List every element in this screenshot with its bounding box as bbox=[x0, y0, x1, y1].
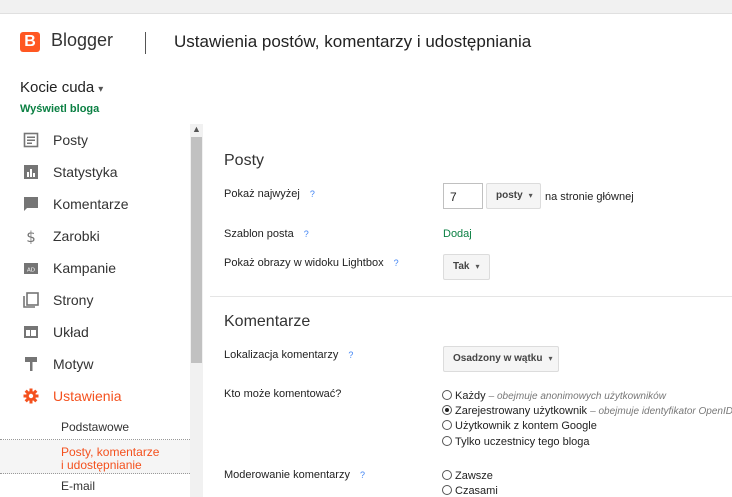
help-icon[interactable]: ? bbox=[394, 258, 399, 268]
help-icon[interactable]: ? bbox=[360, 470, 365, 480]
radio-description: – obejmuje anonimowych użytkowników bbox=[488, 391, 666, 402]
sidebar-item-settings[interactable]: Ustawienia bbox=[0, 380, 190, 412]
radio-always[interactable]: Zawsze bbox=[442, 470, 493, 482]
scrollbar-thumb[interactable] bbox=[191, 137, 202, 363]
dollar-icon: $ bbox=[26, 228, 36, 244]
sidebar-subitem-label: E-mail bbox=[61, 479, 96, 493]
scroll-up-icon[interactable]: ▲ bbox=[192, 124, 201, 134]
chevron-down-icon: ▾ bbox=[548, 354, 553, 363]
section-title-comments: Komentarze bbox=[224, 313, 311, 330]
radio-anyone[interactable]: Każdy – obejmuje anonimowych użytkownikó… bbox=[442, 390, 666, 402]
template-label-text: Szablon posta bbox=[224, 228, 294, 240]
sidebar-item-campaigns[interactable]: AD Kampanie bbox=[0, 252, 190, 284]
radio-label: Tylko uczestnicy tego bloga bbox=[455, 436, 590, 448]
radio-label: Każdy bbox=[455, 390, 486, 402]
sidebar-item-pages[interactable]: Strony bbox=[0, 284, 190, 316]
sidebar-item-label: Motyw bbox=[53, 356, 94, 372]
add-template-link[interactable]: Dodaj bbox=[443, 228, 472, 240]
comment-location-value: Osadzony w wątku bbox=[453, 353, 543, 364]
radio-label: Zawsze bbox=[455, 470, 493, 482]
moderation-label-text: Moderowanie komentarzy bbox=[224, 469, 350, 481]
sidebar-item-theme[interactable]: Motyw bbox=[0, 348, 190, 380]
page-title: Ustawienia postów, komentarzy i udostępn… bbox=[174, 32, 532, 51]
comment-location-label: Lokalizacja komentarzy? bbox=[224, 349, 353, 361]
layout-icon bbox=[24, 326, 38, 338]
stats-icon bbox=[24, 165, 38, 179]
section-divider bbox=[210, 296, 732, 297]
comment-location-select[interactable]: Osadzony w wątku ▾ bbox=[443, 346, 559, 372]
sidebar-item-label: Statystyka bbox=[53, 164, 118, 180]
sidebar-item-posts[interactable]: Posty bbox=[0, 124, 190, 156]
sidebar-item-label: Ustawienia bbox=[53, 388, 122, 404]
lightbox-select[interactable]: Tak ▾ bbox=[443, 254, 490, 280]
sidebar-item-label: Posty bbox=[53, 132, 89, 148]
chevron-down-icon: ▾ bbox=[98, 84, 104, 95]
top-strip bbox=[0, 0, 732, 14]
template-label: Szablon posta? bbox=[224, 228, 309, 240]
radio-circle[interactable] bbox=[442, 470, 452, 480]
show-max-label-text: Pokaż najwyżej bbox=[224, 188, 300, 200]
radio-google-account[interactable]: Użytkownik z kontem Google bbox=[442, 420, 597, 432]
sidebar-item-label: Układ bbox=[53, 324, 89, 340]
lightbox-label: Pokaż obrazy w widoku Lightbox? bbox=[224, 257, 399, 269]
brand-name[interactable]: Blogger bbox=[51, 30, 113, 51]
blog-name: Kocie cuda bbox=[20, 79, 95, 96]
campaigns-icon: AD bbox=[24, 263, 38, 274]
view-blog-link[interactable]: Wyświetl bloga bbox=[20, 103, 99, 115]
sidebar-subitem-label: Podstawowe bbox=[61, 420, 130, 434]
posts-unit-value: posty bbox=[496, 190, 523, 201]
chevron-down-icon: ▾ bbox=[528, 191, 533, 200]
who-can-comment-label: Kto może komentować? bbox=[224, 388, 342, 400]
radio-label: Czasami bbox=[455, 485, 498, 497]
comment-location-label-text: Lokalizacja komentarzy bbox=[224, 349, 339, 361]
radio-sometimes[interactable]: Czasami bbox=[442, 485, 498, 497]
posts-unit-suffix: na stronie głównej bbox=[545, 191, 634, 203]
radio-blog-members[interactable]: Tylko uczestnicy tego bloga bbox=[442, 436, 590, 448]
radio-label: Użytkownik z kontem Google bbox=[455, 420, 597, 432]
lightbox-value: Tak bbox=[453, 261, 470, 272]
radio-circle[interactable] bbox=[442, 436, 452, 446]
sidebar-item-comments[interactable]: Komentarze bbox=[0, 188, 190, 220]
svg-text:$: $ bbox=[26, 228, 36, 244]
sidebar-item-earnings[interactable]: $ Zarobki bbox=[0, 220, 190, 252]
radio-circle[interactable] bbox=[442, 485, 452, 495]
sidebar-subitem-basic[interactable]: Podstawowe bbox=[0, 414, 190, 440]
posts-unit-select[interactable]: posty ▾ bbox=[486, 183, 541, 209]
section-title-posts: Posty bbox=[224, 152, 265, 169]
show-max-label: Pokaż najwyżej? bbox=[224, 188, 315, 200]
header-divider bbox=[145, 32, 146, 54]
moderation-label: Moderowanie komentarzy? bbox=[224, 469, 365, 481]
help-icon[interactable]: ? bbox=[304, 229, 309, 239]
sidebar-subitem-posts-comments-sharing[interactable]: Posty, komentarze i udostępnianie bbox=[0, 440, 190, 474]
help-icon[interactable]: ? bbox=[310, 189, 315, 199]
sidebar-subitem-label: i udostępnianie bbox=[61, 458, 142, 472]
blog-selector[interactable]: Kocie cuda ▾ bbox=[20, 79, 103, 96]
blogger-logo-icon[interactable]: B bbox=[20, 32, 40, 52]
posts-count-input[interactable]: 7 bbox=[443, 183, 483, 209]
radio-circle[interactable] bbox=[442, 390, 452, 400]
posts-icon bbox=[23, 132, 39, 148]
sidebar-item-label: Strony bbox=[53, 292, 94, 308]
help-icon[interactable]: ? bbox=[348, 350, 353, 360]
chevron-down-icon: ▾ bbox=[475, 262, 480, 271]
sidebar-item-label: Komentarze bbox=[53, 196, 129, 212]
sidebar-subitem-email[interactable]: E-mail bbox=[0, 476, 190, 496]
theme-icon bbox=[25, 357, 37, 371]
radio-circle[interactable] bbox=[442, 420, 452, 430]
sidebar-item-label: Kampanie bbox=[53, 260, 117, 276]
sidebar-item-stats[interactable]: Statystyka bbox=[0, 156, 190, 188]
header: B Blogger Ustawienia postów, komentarzy … bbox=[0, 14, 732, 69]
sidebar-item-label: Zarobki bbox=[53, 228, 100, 244]
sidebar-item-layout[interactable]: Układ bbox=[0, 316, 190, 348]
radio-description: – obejmuje identyfikator OpenID bbox=[590, 406, 732, 417]
comments-icon bbox=[24, 197, 38, 211]
lightbox-label-text: Pokaż obrazy w widoku Lightbox bbox=[224, 257, 384, 269]
svg-text:AD: AD bbox=[27, 268, 35, 274]
pages-icon bbox=[23, 292, 39, 308]
gear-icon bbox=[23, 388, 39, 404]
radio-label: Zarejestrowany użytkownik bbox=[455, 405, 588, 417]
radio-circle-selected[interactable] bbox=[442, 405, 452, 415]
radio-registered-user[interactable]: Zarejestrowany użytkownik – obejmuje ide… bbox=[442, 405, 732, 417]
